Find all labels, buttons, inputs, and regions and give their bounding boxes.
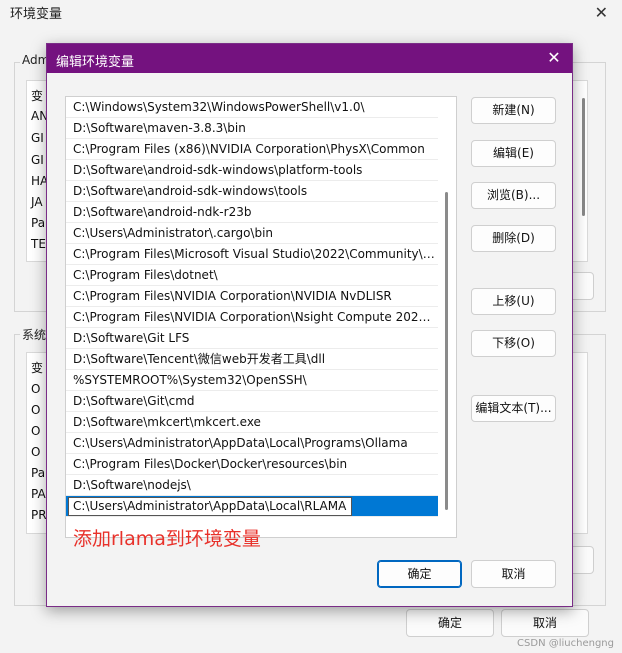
watermark: CSDN @liuchengng [517,638,614,649]
path-item-selected[interactable]: C:\Users\Administrator\AppData\Local\RLA… [66,496,438,517]
path-item[interactable]: C:\Users\Administrator\AppData\Local\Pro… [66,433,438,454]
list-item[interactable]: O [31,403,40,417]
cancel-button[interactable]: 取消 [471,560,556,588]
path-item[interactable]: C:\Program Files\NVIDIA Corporation\Nsig… [66,307,438,328]
delete-button[interactable]: 删除(D) [471,225,556,252]
path-list[interactable]: C:\Windows\System32\WindowsPowerShell\v1… [65,96,457,538]
list-item[interactable]: JA [31,195,43,209]
path-item[interactable]: D:\Software\maven-3.8.3\bin [66,118,438,139]
path-edit-input[interactable]: C:\Users\Administrator\AppData\Local\RLA… [68,497,352,516]
list-item[interactable]: O [31,445,40,459]
list-item[interactable]: GI [31,131,44,145]
annotation-text: 添加rlama到环境变量 [73,528,261,550]
path-item[interactable]: C:\Users\Administrator\.cargo\bin [66,223,438,244]
browse-button[interactable]: 浏览(B)... [471,182,556,209]
path-item[interactable]: D:\Software\android-sdk-windows\platform… [66,160,438,181]
path-item[interactable]: D:\Software\Git LFS [66,328,438,349]
edit-button[interactable]: 编辑(E) [471,140,556,167]
path-item[interactable]: C:\Program Files\Microsoft Visual Studio… [66,244,438,265]
path-item[interactable]: C:\Windows\System32\WindowsPowerShell\v1… [66,97,438,118]
scrollbar[interactable] [582,98,585,216]
edit-environment-variable-dialog: 编辑环境变量 ✕ C:\Windows\System32\WindowsPowe… [46,43,573,607]
list-item[interactable]: PR [31,508,47,522]
list-item[interactable]: TE [31,237,46,251]
close-icon[interactable]: ✕ [544,48,564,67]
list-item[interactable]: O [31,382,40,396]
list-item[interactable]: Pa [31,216,45,230]
edit-text-button[interactable]: 编辑文本(T)... [471,395,556,422]
dialog-titlebar: 编辑环境变量 ✕ [47,44,572,73]
list-item[interactable]: GI [31,153,44,167]
path-item[interactable]: D:\Software\android-ndk-r23b [66,202,438,223]
path-item[interactable]: %SYSTEMROOT%\System32\OpenSSH\ [66,370,438,391]
path-item[interactable]: C:\Program Files\NVIDIA Corporation\NVID… [66,286,438,307]
list-header: 变 [31,361,44,375]
ok-button[interactable]: 确定 [406,609,494,637]
window-title: 环境变量 [10,7,63,22]
cancel-button[interactable]: 取消 [501,609,589,637]
close-icon[interactable]: ✕ [595,3,608,22]
path-item[interactable]: D:\Software\mkcert\mkcert.exe [66,412,438,433]
new-button[interactable]: 新建(N) [471,97,556,124]
path-item[interactable]: C:\Program Files\dotnet\ [66,265,438,286]
system-variables-label: 系统 [20,326,49,343]
list-item[interactable]: Pa [31,466,45,480]
path-item[interactable]: D:\Software\nodejs\ [66,475,438,496]
path-item[interactable]: D:\Software\Git\cmd [66,391,438,412]
dialog-title: 编辑环境变量 [56,55,135,70]
ok-button[interactable]: 确定 [377,560,462,588]
list-item[interactable]: O [31,424,40,438]
scrollbar[interactable] [445,192,448,510]
path-item[interactable]: C:\Program Files (x86)\NVIDIA Corporatio… [66,139,438,160]
path-item[interactable]: C:\Program Files\Docker\Docker\resources… [66,454,438,475]
path-item[interactable]: D:\Software\Tencent\微信web开发者工具\dll [66,349,438,370]
list-item[interactable]: PA [31,487,46,501]
path-item[interactable]: D:\Software\android-sdk-windows\tools [66,181,438,202]
move-down-button[interactable]: 下移(O) [471,330,556,357]
list-header: 变 [31,89,44,103]
move-up-button[interactable]: 上移(U) [471,288,556,315]
